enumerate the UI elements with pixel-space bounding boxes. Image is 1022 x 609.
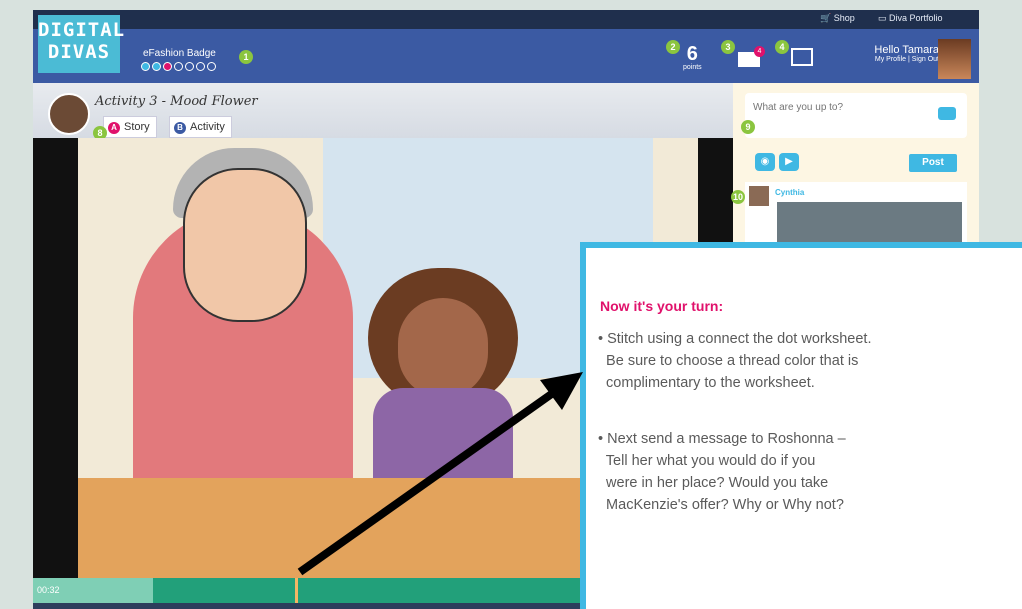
- arrow-head: [540, 372, 583, 410]
- pointer-arrow: [297, 372, 583, 576]
- arrow-shaft: [297, 384, 563, 576]
